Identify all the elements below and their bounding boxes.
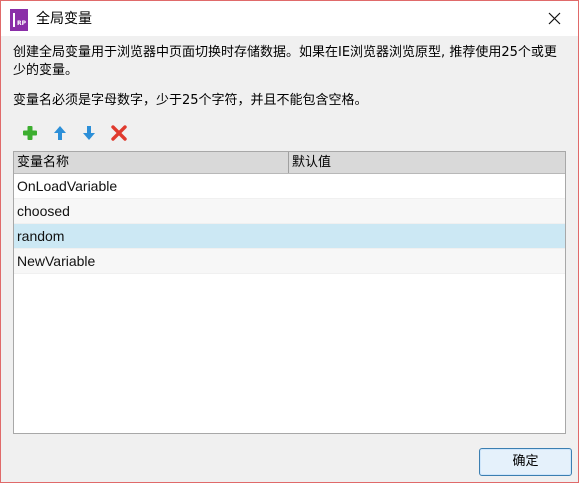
move-up-button[interactable]: [51, 124, 69, 142]
column-header-default[interactable]: 默认值: [289, 152, 565, 173]
title-bar[interactable]: RP 全局变量: [1, 1, 578, 36]
delete-x-icon: [111, 125, 127, 141]
move-down-button[interactable]: [80, 124, 98, 142]
delete-variable-button[interactable]: [110, 124, 128, 142]
arrow-up-icon: [54, 126, 66, 140]
table-row[interactable]: OnLoadVariable: [14, 174, 565, 199]
table-header: 变量名称 默认值: [14, 152, 565, 174]
table-row[interactable]: NewVariable: [14, 249, 565, 274]
plus-icon: [23, 126, 37, 140]
table-body: OnLoadVariable choosed random NewVariabl…: [14, 174, 565, 274]
description-text: 创建全局变量用于浏览器中页面切换时存储数据。如果在IE浏览器浏览原型, 推荐使用…: [13, 45, 557, 78]
variable-name-cell: OnLoadVariable: [17, 178, 118, 194]
dialog-title: 全局变量: [36, 11, 92, 27]
close-icon: [548, 12, 561, 25]
close-button[interactable]: [532, 1, 578, 36]
variables-table[interactable]: 变量名称 默认值 OnLoadVariable choosed random N…: [13, 151, 566, 434]
ok-button[interactable]: 确定: [479, 448, 572, 476]
add-variable-button[interactable]: [21, 124, 39, 142]
axure-rp-icon: RP: [10, 9, 28, 31]
global-variables-dialog: RP 全局变量 创建全局变量用于浏览器中页面切换时存储数据。如果在IE浏览器浏览…: [0, 0, 579, 483]
table-row-selected[interactable]: random: [14, 224, 565, 249]
variable-name-cell: choosed: [17, 203, 70, 219]
variable-name-cell: random: [17, 228, 65, 244]
arrow-down-icon: [83, 126, 95, 140]
variable-name-cell: NewVariable: [17, 253, 96, 269]
naming-rule-text: 变量名必须是字母数字，少于25个字符，并且不能包含空格。: [13, 93, 368, 108]
column-header-name[interactable]: 变量名称: [14, 152, 289, 173]
table-row[interactable]: choosed: [14, 199, 565, 224]
